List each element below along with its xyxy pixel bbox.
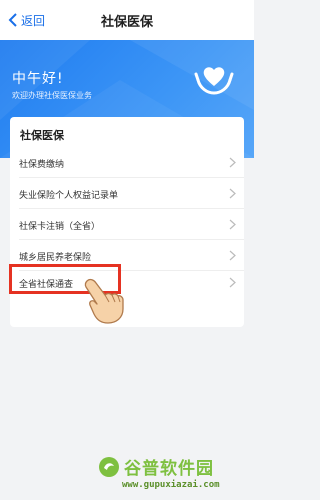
menu-item-fee-payment[interactable]: 社保费缴纳 [10,147,244,178]
menu-item-label: 城乡居民养老保险 [19,253,92,263]
watermark: 谷普软件园 www.gupuxiazai.com [96,452,256,500]
chevron-right-icon [229,250,236,261]
menu-item-label: 失业保险个人权益记录单 [19,191,119,201]
chevron-right-icon [229,219,236,230]
watermark-logo-icon [99,457,119,477]
top-navbar: 返回 社保医保 [0,0,254,40]
menu-item-label: 社保费缴纳 [19,160,65,170]
chevron-right-icon [229,188,236,199]
menu-item-label: 社保卡注销（全省） [19,222,101,232]
chevron-right-icon [229,157,236,168]
welcome-subtitle: 欢迎办理社保医保业务 [12,91,92,100]
chevron-right-icon [229,277,236,288]
greeting-text: 中午好! [12,71,64,87]
hands-heart-icon [194,67,234,95]
watermark-url: www.gupuxiazai.com [122,480,220,490]
card-title: 社保医保 [20,129,64,142]
menu-item-card-cancellation[interactable]: 社保卡注销（全省） [10,209,244,240]
pointing-hand-icon [84,278,124,324]
watermark-title: 谷普软件园 [124,459,214,479]
menu-item-unemployment-record[interactable]: 失业保险个人权益记录单 [10,178,244,209]
page-title: 社保医保 [100,15,153,30]
services-card: 社保医保 社保费缴纳 失业保险个人权益记录单 社保卡注销（全省） 城乡居民养老保… [10,117,244,327]
